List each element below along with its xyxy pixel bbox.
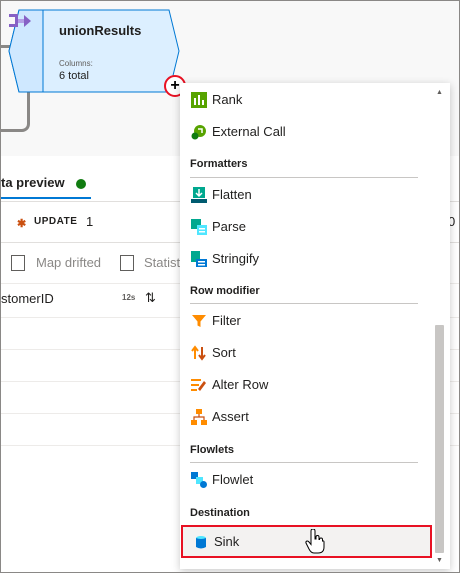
menu-item-parse[interactable]: Parse — [180, 211, 434, 243]
statistics-icon — [120, 255, 134, 271]
menu-item-label: Filter — [212, 313, 241, 328]
menu-item-label: Rank — [212, 92, 243, 107]
sink-icon — [196, 536, 206, 549]
rank-icon — [191, 92, 207, 108]
scroll-down-arrow-icon[interactable]: ▼ — [436, 557, 443, 564]
menu-item-flowlet[interactable]: Flowlet — [180, 464, 434, 496]
section-divider — [190, 462, 418, 463]
data-flow-editor: unionResults Columns: 6 total + ta previ… — [0, 0, 460, 573]
column-header-name: stomerID — [1, 291, 54, 306]
node-title: unionResults — [59, 23, 142, 38]
menu-item-external-call[interactable]: External Call — [180, 116, 434, 148]
update-asterisk-icon: ✱ — [17, 218, 27, 230]
sort-icon — [191, 345, 206, 361]
section-header-flowlets: Flowlets — [190, 444, 235, 456]
assert-icon — [191, 409, 207, 425]
menu-item-stringify[interactable]: Stringify — [180, 243, 434, 275]
column-type-tag: 12s — [122, 293, 136, 302]
flowlet-icon — [191, 472, 207, 488]
menu-item-label: Alter Row — [212, 377, 269, 392]
menu-item-label: Flowlet — [212, 472, 254, 487]
menu-item-label: Stringify — [212, 251, 259, 266]
map-drifted-icon — [11, 255, 25, 271]
filter-icon — [192, 315, 206, 327]
union-node[interactable]: unionResults Columns: 6 total — [7, 9, 181, 93]
update-label: UPDATE — [34, 216, 78, 227]
alter-row-icon — [191, 379, 206, 391]
menu-item-assert[interactable]: Assert — [180, 401, 434, 433]
union-icon — [9, 14, 31, 27]
update-count: 1 — [86, 214, 94, 229]
active-tab-indicator — [1, 197, 91, 199]
stringify-icon — [191, 251, 207, 267]
sort-icon[interactable]: ⇅ — [145, 290, 156, 306]
menu-item-label: Sink — [214, 534, 240, 549]
menu-item-label: Sort — [212, 345, 236, 360]
menu-item-flatten[interactable]: Flatten — [180, 179, 434, 211]
menu-item-label: Assert — [212, 409, 249, 424]
hand-cursor-icon — [305, 529, 325, 554]
status-dot-icon — [76, 179, 86, 189]
scrollbar-thumb[interactable] — [435, 325, 444, 553]
menu-item-sort[interactable]: Sort — [180, 337, 434, 369]
node-shape — [8, 9, 180, 93]
node-columns-label: Columns: — [59, 59, 93, 68]
section-header-row-modifier: Row modifier — [190, 285, 260, 297]
flatten-icon — [191, 187, 207, 203]
section-divider — [190, 177, 418, 178]
statistics-button[interactable]: Statist — [144, 255, 180, 270]
node-columns-value: 6 total — [59, 70, 89, 82]
transformation-menu: Rank External Call Formatters Flatten Pa… — [180, 83, 450, 569]
external-call-icon — [191, 125, 206, 140]
menu-item-label: Parse — [212, 219, 246, 234]
menu-item-alter-row[interactable]: Alter Row — [180, 369, 434, 401]
section-header-destination: Destination — [190, 507, 250, 519]
menu-item-rank[interactable]: Rank — [180, 84, 434, 116]
scroll-up-arrow-icon[interactable]: ▲ — [436, 89, 443, 96]
menu-item-filter[interactable]: Filter — [180, 305, 434, 337]
menu-item-label: External Call — [212, 124, 286, 139]
tab-data-preview[interactable]: ta preview — [1, 175, 65, 190]
section-header-formatters: Formatters — [190, 158, 248, 170]
map-drifted-button[interactable]: Map drifted — [36, 255, 101, 270]
menu-item-label: Flatten — [212, 187, 252, 202]
section-divider — [190, 303, 418, 304]
parse-icon — [191, 219, 207, 235]
